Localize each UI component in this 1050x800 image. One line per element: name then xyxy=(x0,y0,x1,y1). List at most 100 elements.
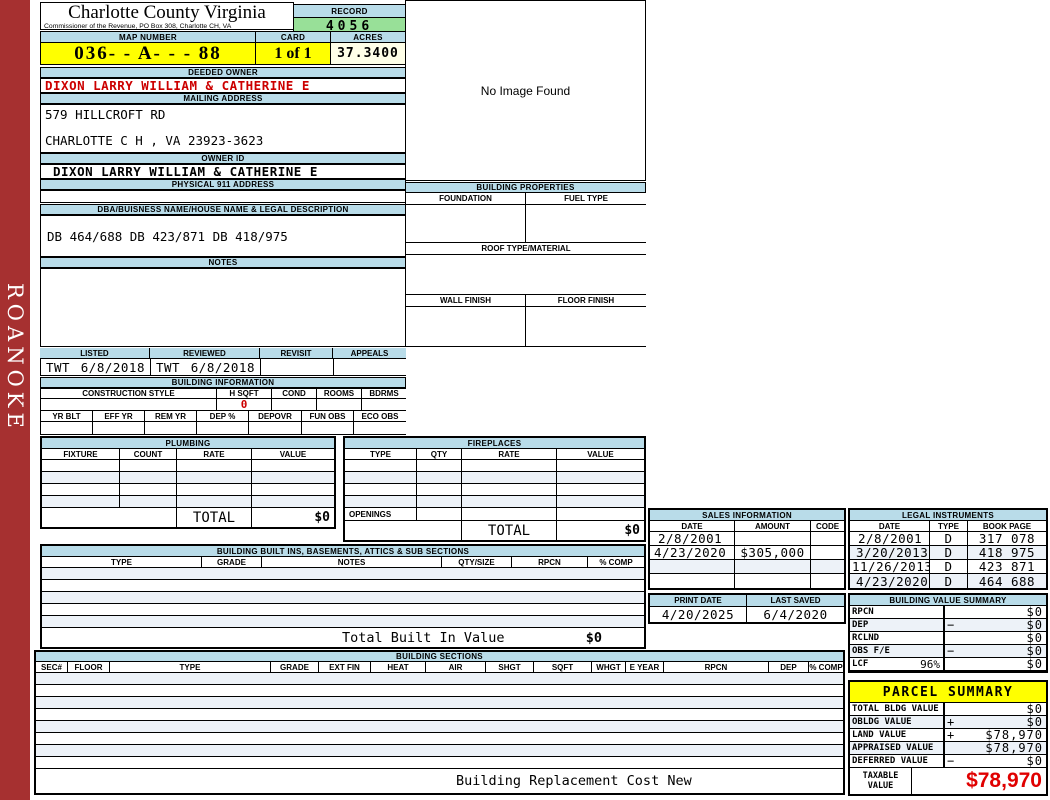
owner-id-label: OWNER ID xyxy=(40,153,406,164)
building-sections-table: BUILDING SECTIONS SEC# FLOOR TYPE GRADE … xyxy=(34,650,845,795)
empty-cell xyxy=(462,484,557,496)
empty-cell xyxy=(177,460,252,472)
empty-row xyxy=(36,697,843,709)
empty-cell xyxy=(42,460,120,472)
legal-instruments-table: LEGAL INSTRUMENTS DATE TYPE BOOK PAGE 2/… xyxy=(848,508,1048,590)
building-information-table: CONSTRUCTION STYLE H SQFT COND ROOMS BDR… xyxy=(40,388,406,435)
plumbing-total-value: $0 xyxy=(252,508,334,527)
floor-finish-value xyxy=(526,307,646,347)
review-table: LISTED REVIEWED REVISIT APPEALS TWT 6/8/… xyxy=(40,348,406,376)
building-properties-table: BUILDING PROPERTIES FOUNDATION FUEL TYPE… xyxy=(405,182,646,347)
parcel-op: − xyxy=(947,754,955,768)
bvs-op: − xyxy=(947,618,955,632)
empty-cell xyxy=(120,460,177,472)
parcel-value: $78,970 xyxy=(985,728,1043,742)
reviewed-date: 6/8/2018 xyxy=(190,359,255,375)
fireplaces-col-rate: RATE xyxy=(462,449,557,460)
legal-type: D xyxy=(930,574,968,588)
empty-row xyxy=(42,568,644,580)
depovr-value xyxy=(249,422,302,435)
cond-value xyxy=(272,399,317,411)
legal-bookpage: 317 078 xyxy=(968,532,1046,546)
building-sections-footer: Building Replacement Cost New xyxy=(36,769,843,793)
bvs-value: $0 xyxy=(1026,644,1043,658)
bvs-row-dep: DEP − $0 xyxy=(850,618,1046,632)
legal-date: 2/8/2001 xyxy=(850,532,930,546)
sales-amount: $305,000 xyxy=(735,546,811,560)
sales-code xyxy=(811,574,844,588)
parcel-label: OBLDG VALUE xyxy=(852,717,912,727)
listed-by: TWT xyxy=(46,359,71,375)
parcel-value: $78,970 xyxy=(985,741,1043,755)
built-ins-total-label: Total Built In Value xyxy=(342,629,505,646)
dep-pct-value xyxy=(197,422,249,435)
mailing-line1: 579 HILLCROFT RD xyxy=(45,107,166,122)
notes-label: NOTES xyxy=(40,257,406,268)
plumbing-col-value: VALUE xyxy=(252,449,334,460)
foundation-label: FOUNDATION xyxy=(406,193,526,205)
roof-type-value xyxy=(406,255,646,295)
remyr-label: REM YR xyxy=(145,411,197,422)
bvs-value: $0 xyxy=(1026,631,1043,645)
roof-type-label: ROOF TYPE/MATERIAL xyxy=(406,243,646,255)
notes-box xyxy=(40,268,406,347)
parcel-summary-title: PARCEL SUMMARY xyxy=(850,682,1046,703)
listed-label: LISTED xyxy=(40,348,150,359)
empty-cell xyxy=(345,460,417,472)
sidebar-vertical-label: ROANOKE xyxy=(3,283,27,433)
print-date-label: PRINT DATE xyxy=(650,595,747,607)
wall-finish-label: WALL FINISH xyxy=(406,295,526,307)
sales-col-date: DATE xyxy=(650,521,735,532)
empty-cell xyxy=(42,472,120,484)
parcel-op: + xyxy=(947,728,955,742)
bdrms-value xyxy=(362,399,406,411)
built-ins-footer: Total Built In Value $0 xyxy=(42,628,644,647)
plumbing-total-label: TOTAL xyxy=(177,508,252,527)
empty-cell xyxy=(345,472,417,484)
dba-label: DBA/BUISNESS NAME/HOUSE NAME & LEGAL DES… xyxy=(40,204,406,215)
sales-information-table: SALES INFORMATION DATE AMOUNT CODE 2/8/2… xyxy=(648,508,846,590)
empty-cell xyxy=(252,496,334,508)
no-image-text: No Image Found xyxy=(480,83,571,98)
legal-date: 3/20/2013 xyxy=(850,546,930,560)
building-value-summary-table: BUILDING VALUE SUMMARY RPCN $0 DEP − $0 R… xyxy=(848,593,1048,673)
sections-col-pctcomp: % COMP xyxy=(809,662,843,673)
empty-cell xyxy=(557,496,644,508)
taxable-value-label: TAXABLE VALUE xyxy=(850,768,912,794)
plumbing-col-rate: RATE xyxy=(177,449,252,460)
empty-cell xyxy=(177,472,252,484)
fireplaces-total-spacer xyxy=(345,521,462,540)
built-ins-table: BUILDING BUILT INS, BASEMENTS, ATTICS & … xyxy=(40,544,646,649)
physical-911-address-label: PHYSICAL 911 ADDRESS xyxy=(40,179,406,190)
plumbing-col-fixture: FIXTURE xyxy=(42,449,120,460)
empty-cell xyxy=(557,508,644,521)
empty-row xyxy=(42,580,644,592)
sections-col-type: TYPE xyxy=(110,662,271,673)
fireplaces-openings-label: OPENINGS xyxy=(345,508,417,521)
building-sections-title: BUILDING SECTIONS xyxy=(36,652,843,662)
mailing-address-box: 579 HILLCROFT RD CHARLOTTE C H , VA 2392… xyxy=(40,104,406,153)
empty-cell xyxy=(120,496,177,508)
effyr-label: EFF YR xyxy=(93,411,145,422)
built-ins-col-grade: GRADE xyxy=(202,557,262,568)
legal-date: 4/23/2020 xyxy=(850,574,930,588)
bvs-value: $0 xyxy=(1026,605,1043,619)
empty-row xyxy=(36,757,843,769)
sections-col-sec: SEC# xyxy=(36,662,68,673)
sections-col-grade: GRADE xyxy=(271,662,319,673)
property-image-panel: No Image Found xyxy=(405,0,646,181)
ecoobs-label: ECO OBS xyxy=(354,411,406,422)
sales-amount xyxy=(735,560,811,574)
empty-row xyxy=(42,592,644,604)
fireplaces-table: FIREPLACES TYPE QTY RATE VALUE OPENINGS … xyxy=(343,436,646,542)
parcel-op: + xyxy=(947,715,955,729)
sales-date xyxy=(650,574,735,588)
depovr-label: DEPOVR xyxy=(249,411,302,422)
sections-col-air: AIR xyxy=(426,662,486,673)
fireplaces-col-qty: QTY xyxy=(417,449,462,460)
parcel-label: LAND VALUE xyxy=(852,730,907,740)
empty-row xyxy=(36,745,843,757)
bvs-label: DEP xyxy=(852,620,869,630)
legal-bookpage: 418 975 xyxy=(968,546,1046,560)
reviewed-value: TWT 6/8/2018 xyxy=(151,359,261,376)
